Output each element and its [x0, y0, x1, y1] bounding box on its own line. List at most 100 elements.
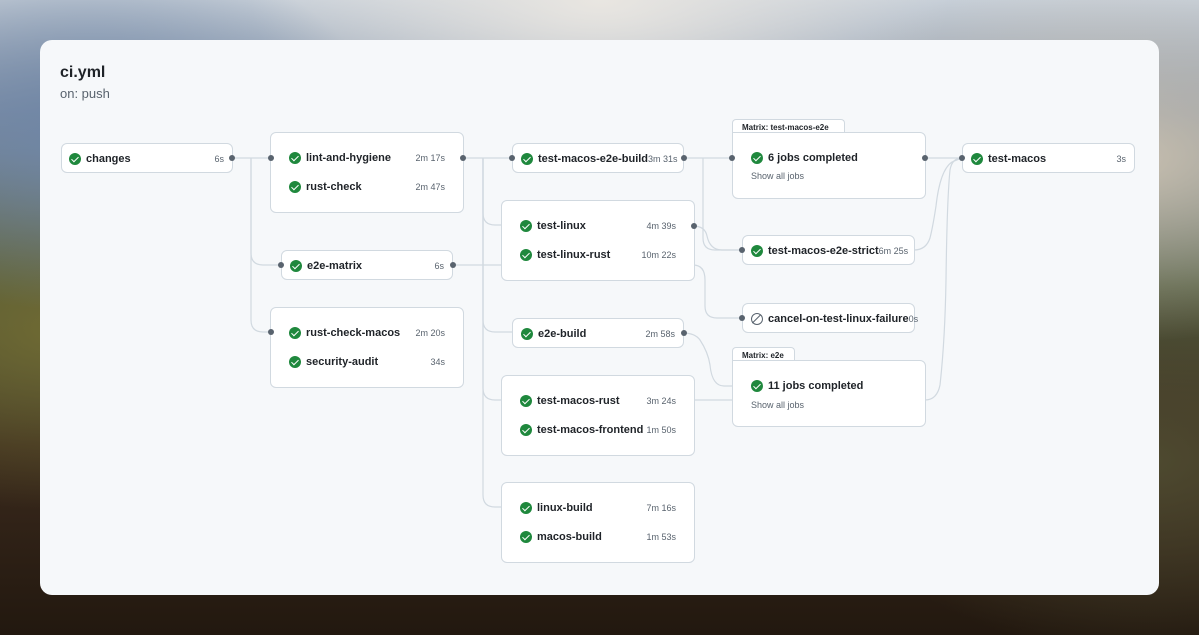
check-circle-icon: [751, 245, 763, 257]
skip-circle-icon: [751, 313, 763, 325]
job-duration: 3s: [1116, 154, 1126, 164]
job-name: rust-check: [306, 181, 362, 193]
job-group-rust-check-macos: rust-check-macos 2m 20s security-audit 3…: [270, 307, 464, 388]
connector-dot: [681, 155, 687, 161]
job-name: security-audit: [306, 356, 379, 368]
matrix-card-test-macos-e2e[interactable]: 6 jobs completed Show all jobs: [732, 132, 926, 199]
job-duration: 0s: [908, 314, 919, 324]
job-duration: 3m 31s: [648, 154, 678, 164]
job-rust-check[interactable]: rust-check 2m 47s: [289, 178, 445, 196]
matrix-summary: 11 jobs completed: [768, 380, 864, 392]
job-name: test-macos-e2e-strict: [768, 245, 879, 257]
job-duration: 1m 50s: [646, 425, 676, 435]
edge-changes-rust-check-macos: [250, 158, 270, 333]
check-circle-icon: [521, 153, 533, 165]
job-group-test-linux: test-linux 4m 39s test-linux-rust 10m 22…: [501, 200, 695, 281]
job-duration: 2m 20s: [415, 328, 445, 338]
job-name: changes: [86, 153, 131, 165]
check-circle-icon: [289, 181, 301, 193]
job-name: cancel-on-test-linux-failure: [768, 313, 909, 325]
job-duration: 1m 53s: [646, 532, 676, 542]
job-duration: 3m 24s: [646, 396, 676, 406]
connector-dot: [268, 329, 274, 335]
job-group-linux-build: linux-build 7m 16s macos-build 1m 53s: [501, 482, 695, 563]
check-circle-icon: [971, 153, 983, 165]
job-duration: 6s: [214, 154, 224, 164]
job-card-cancel-on-test-linux-failure[interactable]: cancel-on-test-linux-failure 0s: [742, 303, 918, 333]
connector-dot: [681, 330, 687, 336]
check-circle-icon: [69, 153, 81, 165]
check-circle-icon: [751, 380, 763, 392]
check-circle-icon: [521, 328, 533, 340]
job-duration: 4m 39s: [646, 221, 676, 231]
job-test-macos-rust[interactable]: test-macos-rust 3m 24s: [520, 392, 676, 410]
job-name: test-linux: [537, 220, 586, 232]
job-name: e2e-matrix: [307, 260, 363, 272]
job-name: test-linux-rust: [537, 249, 611, 261]
check-circle-icon: [290, 260, 302, 272]
job-security-audit[interactable]: security-audit 34s: [289, 353, 445, 371]
job-duration: 34s: [430, 357, 445, 367]
check-circle-icon: [520, 424, 532, 436]
check-circle-icon: [520, 502, 532, 514]
check-circle-icon: [520, 395, 532, 407]
job-duration: 6m 25s: [878, 246, 909, 256]
job-duration: 2m 47s: [415, 182, 445, 192]
workflow-graph-window: ci.yml on: push changes 6s lint-and-hygi…: [40, 40, 1159, 595]
show-all-jobs-link[interactable]: Show all jobs: [751, 400, 804, 410]
job-duration: 2m 17s: [415, 153, 445, 163]
connector-dot: [229, 155, 235, 161]
show-all-jobs-link[interactable]: Show all jobs: [751, 171, 804, 181]
job-macos-build[interactable]: macos-build 1m 53s: [520, 528, 676, 546]
job-linux-build[interactable]: linux-build 7m 16s: [520, 499, 676, 517]
job-name: linux-build: [537, 502, 593, 514]
edge-linux-strict: [692, 225, 742, 251]
job-duration: 2m 58s: [645, 329, 675, 339]
job-duration: 7m 16s: [646, 503, 676, 513]
check-circle-icon: [289, 152, 301, 164]
job-name: test-macos-rust: [537, 395, 620, 407]
job-card-test-macos[interactable]: test-macos 3s: [962, 143, 1135, 173]
job-test-linux[interactable]: test-linux 4m 39s: [520, 217, 676, 235]
job-name: lint-and-hygiene: [306, 152, 391, 164]
job-duration: 6s: [434, 261, 444, 271]
check-circle-icon: [289, 356, 301, 368]
job-card-e2e-build[interactable]: e2e-build 2m 58s: [512, 318, 684, 348]
check-circle-icon: [289, 327, 301, 339]
job-lint-and-hygiene[interactable]: lint-and-hygiene 2m 17s: [289, 149, 445, 167]
job-name: test-macos-frontend: [537, 424, 644, 436]
job-test-macos-frontend[interactable]: test-macos-frontend 1m 50s: [520, 421, 676, 439]
job-name: test-macos: [988, 153, 1047, 165]
job-duration: 10m 22s: [641, 250, 676, 260]
matrix-summary: 6 jobs completed: [768, 152, 858, 164]
job-name: test-macos-e2e-build: [538, 153, 649, 165]
job-card-e2e-matrix[interactable]: e2e-matrix 6s: [281, 250, 453, 280]
check-circle-icon: [520, 249, 532, 261]
job-name: e2e-build: [538, 328, 587, 340]
job-card-test-macos-e2e-build[interactable]: test-macos-e2e-build 3m 31s: [512, 143, 684, 173]
connector-dot: [922, 155, 928, 161]
edge-e2e-matrix-test-macos: [924, 157, 963, 401]
connector-dot: [278, 262, 284, 268]
check-circle-icon: [520, 220, 532, 232]
connector-dot: [739, 247, 745, 253]
job-group-test-macos-rust: test-macos-rust 3m 24s test-macos-fronte…: [501, 375, 695, 456]
matrix-card-e2e[interactable]: 11 jobs completed Show all jobs: [732, 360, 926, 427]
job-group-lint: lint-and-hygiene 2m 17s rust-check 2m 47…: [270, 132, 464, 213]
check-circle-icon: [751, 152, 763, 164]
connector-dot: [739, 315, 745, 321]
connector-dot: [450, 262, 456, 268]
check-circle-icon: [520, 531, 532, 543]
connector-dot: [959, 155, 965, 161]
job-name: macos-build: [537, 531, 602, 543]
job-card-changes[interactable]: changes 6s: [61, 143, 233, 173]
job-name: rust-check-macos: [306, 327, 401, 339]
connector-dot: [460, 155, 466, 161]
job-card-test-macos-e2e-strict[interactable]: test-macos-e2e-strict 6m 25s: [742, 235, 915, 265]
job-test-linux-rust[interactable]: test-linux-rust 10m 22s: [520, 246, 676, 264]
connector-dot: [268, 155, 274, 161]
connector-dot: [509, 155, 515, 161]
job-rust-check-macos[interactable]: rust-check-macos 2m 20s: [289, 324, 445, 342]
connector-dot: [729, 155, 735, 161]
edge-linux-cancel: [692, 264, 742, 319]
